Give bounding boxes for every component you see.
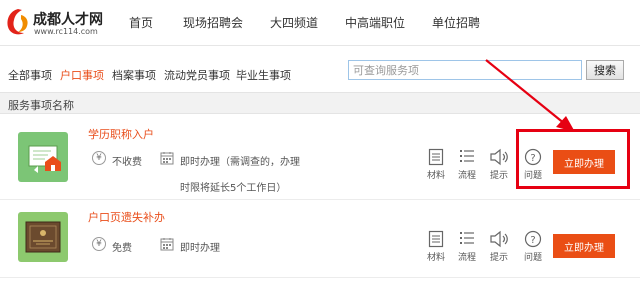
search-input[interactable] <box>348 60 582 80</box>
processing-time-text: 即时办理 <box>180 243 220 254</box>
nav-job-fair[interactable]: 现场招聘会 <box>183 14 243 31</box>
apply-now-button[interactable]: 立即办理 <box>553 234 615 258</box>
process-label: 流程 <box>457 171 476 181</box>
speaker-icon <box>490 148 508 166</box>
svg-text:?: ? <box>530 235 535 246</box>
annotation-highlight-box <box>516 129 630 189</box>
tab-archive-items[interactable]: 档案事项 <box>112 67 156 83</box>
fee-text: 免费 <box>112 243 132 254</box>
column-header-label: 服务事项名称 <box>8 99 74 112</box>
service-thumbnail <box>18 212 68 262</box>
service-row: 户口页遗失补办 ¥ 免费 即时办理 材料 流程 提示 ? 问题 立即办理 <box>0 200 640 278</box>
materials-label: 材料 <box>426 171 445 181</box>
document-icon <box>428 148 444 166</box>
tips-action[interactable]: 提示 <box>485 148 513 181</box>
calendar-icon <box>160 238 174 251</box>
process-action[interactable]: 流程 <box>453 148 481 181</box>
question-label: 问题 <box>523 253 542 263</box>
list-icon <box>460 150 474 162</box>
logo-mark-icon <box>7 9 28 35</box>
list-column-header: 服务事项名称 <box>0 92 640 114</box>
logo-title: 成都人才网 <box>33 12 103 28</box>
materials-action[interactable]: 材料 <box>422 148 450 181</box>
logo-url: www.rc114.com <box>34 27 98 36</box>
processing-time-note: 时限将延长5个工作日） <box>180 183 287 194</box>
nav-senior-channel[interactable]: 大四频道 <box>270 14 318 31</box>
document-icon <box>428 230 444 248</box>
certificate-house-icon <box>28 145 61 173</box>
speaker-icon <box>490 230 508 248</box>
service-title[interactable]: 学历职称入户 <box>88 126 154 142</box>
process-label: 流程 <box>457 253 476 263</box>
materials-label: 材料 <box>426 253 445 263</box>
materials-action[interactable]: 材料 <box>422 230 450 263</box>
yen-icon: ¥ <box>92 237 106 251</box>
category-filter-bar: 全部事项 户口事项 档案事项 流动党员事项 毕业生事项 搜索 <box>0 58 640 86</box>
yen-icon: ¥ <box>92 151 106 165</box>
service-thumbnail <box>18 132 68 182</box>
tab-party-member-items[interactable]: 流动党员事项 <box>164 67 230 83</box>
nav-senior-jobs[interactable]: 中高端职位 <box>345 14 405 31</box>
fee-text: 不收费 <box>112 157 142 168</box>
tips-label: 提示 <box>489 253 508 263</box>
tab-all-items[interactable]: 全部事项 <box>8 67 52 83</box>
search-button[interactable]: 搜索 <box>586 60 624 80</box>
tab-household-items[interactable]: 户口事项 <box>60 67 104 83</box>
service-title[interactable]: 户口页遗失补办 <box>88 209 165 225</box>
calendar-icon <box>160 152 174 165</box>
tab-graduate-items[interactable]: 毕业生事项 <box>236 67 291 83</box>
question-action[interactable]: ? 问题 <box>519 230 547 263</box>
tips-action[interactable]: 提示 <box>485 230 513 263</box>
processing-time-text: 即时办理（需调查的，办理 <box>180 157 300 168</box>
tips-label: 提示 <box>489 171 508 181</box>
question-icon: ? <box>524 230 542 248</box>
top-navigation-bar: 成都人才网 www.rc114.com 首页 现场招聘会 大四频道 中高端职位 … <box>0 0 640 46</box>
nav-home[interactable]: 首页 <box>129 14 153 31</box>
site-logo[interactable]: 成都人才网 www.rc114.com <box>4 5 116 41</box>
household-booklet-icon <box>25 221 61 253</box>
list-icon <box>460 232 474 244</box>
nav-company-recruit[interactable]: 单位招聘 <box>432 14 480 31</box>
process-action[interactable]: 流程 <box>453 230 481 263</box>
